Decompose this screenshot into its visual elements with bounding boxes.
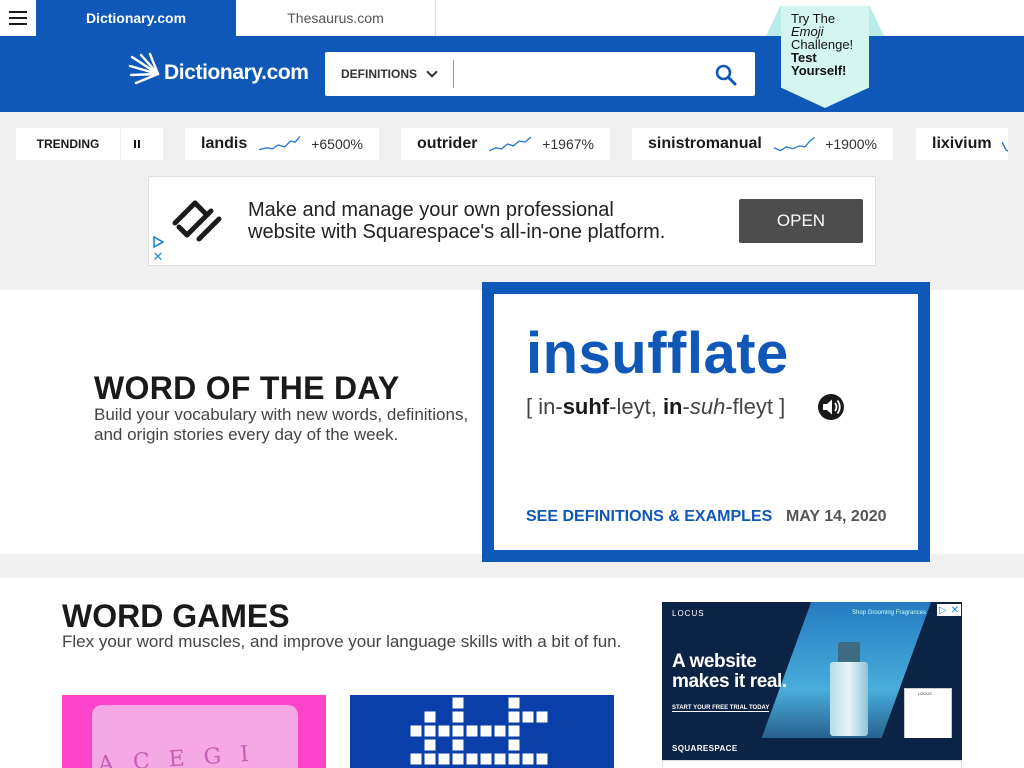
wotd-card-inner: insufflate [ in-suhf-leyt, in-suh-fleyt …	[494, 294, 918, 550]
search-bar: DEFINITIONS	[325, 52, 755, 96]
wotd-card: insufflate [ in-suhf-leyt, in-suh-fleyt …	[482, 282, 930, 562]
trend-sparkline-icon	[259, 135, 301, 151]
ad-copy: Make and manage your own professional we…	[248, 199, 728, 243]
search-mode-dropdown[interactable]: DEFINITIONS	[325, 52, 453, 96]
trending-change: +6500%	[311, 136, 363, 152]
site-header: Dictionary.com DEFINITIONS	[0, 36, 1024, 112]
ad-brand-label: LOCUS	[672, 609, 705, 618]
wotd-pronunciation: [ in-suhf-leyt, in-suh-fleyt ]	[526, 394, 785, 420]
game-tile-crossword[interactable]	[350, 695, 614, 768]
wotd-heading: WORD OF THE DAY	[94, 370, 400, 406]
trending-item[interactable]: lixivium	[916, 128, 1008, 160]
trending-item[interactable]: landis +6500%	[185, 128, 379, 160]
trending-item[interactable]: sinistromanual +1900%	[632, 128, 893, 160]
logo-wordmark: Dictionary.com	[164, 61, 309, 84]
word-games-description: Flex your word muscles, and improve your…	[62, 632, 622, 651]
sunburst-logo-icon	[128, 52, 160, 85]
search-mode-label: DEFINITIONS	[341, 67, 418, 81]
emoji-challenge-line: Yourself!	[791, 63, 847, 78]
ad-nav-label: Shop Grooming Fragrances	[852, 610, 927, 616]
search-icon[interactable]	[713, 62, 739, 88]
pron-stress: suhf	[562, 394, 610, 419]
pron-italic: suh	[689, 394, 726, 419]
trending-change: +1900%	[825, 136, 877, 152]
trending-change: +1967%	[542, 136, 594, 152]
pron-stress: in	[662, 394, 683, 419]
wotd-description: Build your vocabulary with new words, de…	[94, 405, 469, 444]
trending-word: sinistromanual	[648, 135, 762, 152]
trending-label: TRENDING	[16, 128, 120, 160]
ad-copy-line: website with Squarespace's all-in-one pl…	[248, 221, 666, 243]
tab-dictionary[interactable]: Dictionary.com	[36, 0, 236, 36]
ad-card-brand: LOCUS	[918, 691, 932, 696]
side-ad[interactable]: LOCUS Shop Grooming Fragrances A website…	[662, 602, 962, 768]
pron-part: [ in-	[526, 394, 563, 419]
trend-sparkline-icon	[773, 136, 815, 152]
wotd-date: MAY 14, 2020	[786, 508, 887, 525]
squarespace-logo-icon	[172, 200, 222, 242]
trending-word: lixivium	[932, 135, 992, 152]
trending-word: landis	[201, 135, 248, 152]
ad-footer-brand: SQUARESPACE	[672, 744, 738, 753]
site-logo[interactable]: Dictionary.com	[128, 52, 309, 94]
word-games-heading: WORD GAMES	[62, 598, 290, 634]
trending-item[interactable]: outrider +1967%	[401, 128, 610, 160]
ad-copy-line: Make and manage your own professional	[248, 199, 614, 221]
ad-controls: ▷ ✕	[937, 604, 961, 616]
squarespace-ad-banner[interactable]: Make and manage your own professional we…	[148, 176, 876, 266]
ad-open-button[interactable]: OPEN	[739, 199, 863, 243]
pron-part: -	[682, 394, 690, 419]
ad-choices-icon[interactable]	[151, 235, 165, 249]
side-ad-bottom-edge	[662, 760, 962, 768]
tab-thesaurus[interactable]: Thesaurus.com	[236, 0, 436, 36]
search-input[interactable]	[459, 58, 699, 90]
crossword-grid-icon	[409, 696, 549, 766]
ad-headline: A website makes it real.	[672, 652, 787, 692]
ad-headline-line: A website	[672, 651, 757, 672]
trending-word: outrider	[417, 135, 478, 152]
ad-choices-icon[interactable]: ▷	[939, 605, 947, 616]
wotd-word[interactable]: insufflate	[526, 320, 789, 387]
trend-sparkline-icon	[489, 136, 532, 152]
ad-close-icon[interactable]: ✕	[152, 250, 164, 263]
ad-close-icon[interactable]: ✕	[951, 605, 959, 616]
search-divider	[453, 60, 454, 88]
ad-headline-line: makes it real.	[672, 671, 787, 692]
trend-sparkline-icon	[1002, 141, 1008, 152]
ad-cta-link[interactable]: START YOUR FREE TRIAL TODAY	[672, 705, 770, 712]
pron-part: -fleyt ]	[725, 394, 786, 419]
pron-part: -leyt,	[609, 394, 663, 419]
game-tile-letters[interactable]: A C E G I	[62, 695, 326, 768]
speaker-audio-icon[interactable]	[817, 393, 845, 421]
hamburger-menu-icon[interactable]	[0, 0, 36, 36]
pause-icon[interactable]	[121, 128, 153, 160]
see-definitions-link[interactable]: SEE DEFINITIONS & EXAMPLES	[526, 508, 772, 526]
chevron-down-icon	[426, 66, 438, 78]
emoji-challenge-flag[interactable]: Try The Emoji Challenge! Test Yourself!	[781, 6, 869, 108]
bottle-image	[830, 662, 868, 736]
bottle-cap-image	[838, 642, 860, 664]
trending-spacer	[153, 128, 163, 160]
